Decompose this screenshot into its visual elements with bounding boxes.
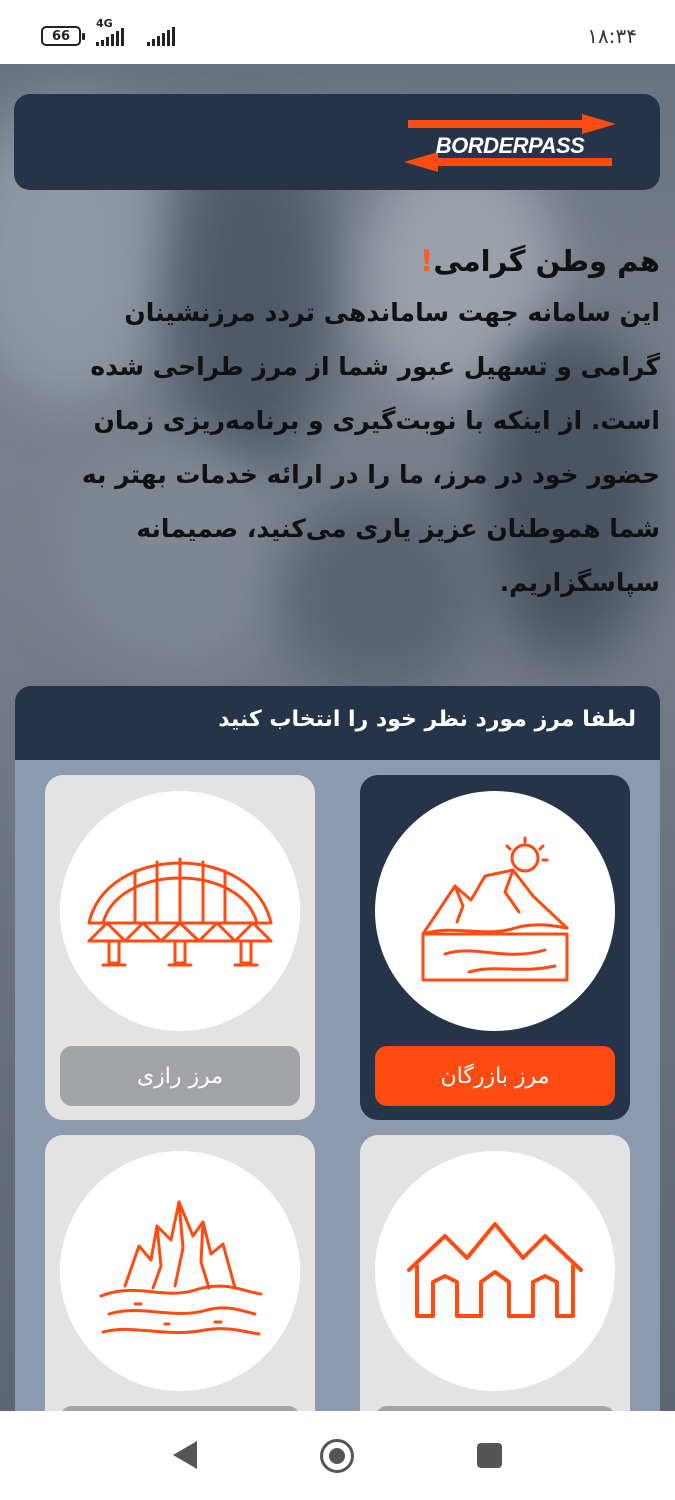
title-exclamation: ! xyxy=(420,244,434,278)
border-select-panel: لطفا مرز مورد نظر خود را انتخاب کنید مرز… xyxy=(15,686,660,1416)
clock: ۱۸:۳۴ xyxy=(587,24,637,48)
status-bar: 66 4G ۱۸:۳۴ xyxy=(0,0,675,64)
recent-apps-icon[interactable] xyxy=(477,1443,502,1468)
intro-line: سپاسگزاریم. xyxy=(499,568,660,597)
home-icon[interactable] xyxy=(320,1439,354,1473)
card-image xyxy=(60,791,300,1031)
intro-line: شما هموطنان عزیز یاری می‌کنید، صمیمانه xyxy=(136,514,660,543)
intro-section: هم وطن گرامی! این سامانه جهت ساماندهی تر… xyxy=(20,238,660,610)
select-razi-button[interactable]: مرز رازی xyxy=(60,1046,300,1106)
intro-line: است. از اینکه با نوبت‌گیری و برنامه‌ریزی… xyxy=(93,406,661,435)
mountain-sun-icon xyxy=(421,836,569,982)
signal-icon xyxy=(96,28,124,46)
card-image xyxy=(375,791,615,1031)
signal-icon xyxy=(147,27,175,46)
intro-line: این سامانه جهت ساماندهی تردد مرزنشینان xyxy=(124,298,660,327)
panel-heading: لطفا مرز مورد نظر خود را انتخاب کنید xyxy=(15,686,660,760)
rocky-mountain-icon xyxy=(99,1200,263,1336)
card-image xyxy=(375,1151,615,1391)
battery-level: 66 xyxy=(51,28,71,44)
select-bazargan-button[interactable]: مرز بازرگان xyxy=(375,1046,615,1106)
border-card-bazargan[interactable]: مرز بازرگان xyxy=(360,775,630,1120)
back-icon[interactable] xyxy=(173,1441,197,1469)
intro-title: هم وطن گرامی! xyxy=(20,238,660,284)
battery-icon: 66 xyxy=(41,26,85,46)
borderpass-logo: BORDERPASS xyxy=(404,114,616,172)
logo-text: BORDERPASS xyxy=(436,133,585,158)
title-text: هم وطن گرامی xyxy=(433,244,660,278)
border-card-4[interactable] xyxy=(45,1135,315,1416)
intro-line: گرامی و تسهیل عبور شما از مرز طراحی شده xyxy=(90,352,660,381)
card-image xyxy=(60,1151,300,1391)
intro-line: حضور خود در مرز، ما را در ارائه خدمات به… xyxy=(81,460,660,489)
intro-paragraph: این سامانه جهت ساماندهی تردد مرزنشینان گ… xyxy=(20,286,660,610)
bridge-icon xyxy=(87,857,273,967)
houses-icon xyxy=(407,1222,583,1318)
border-card-3[interactable] xyxy=(360,1135,630,1416)
border-card-razi[interactable]: مرز رازی xyxy=(45,775,315,1120)
